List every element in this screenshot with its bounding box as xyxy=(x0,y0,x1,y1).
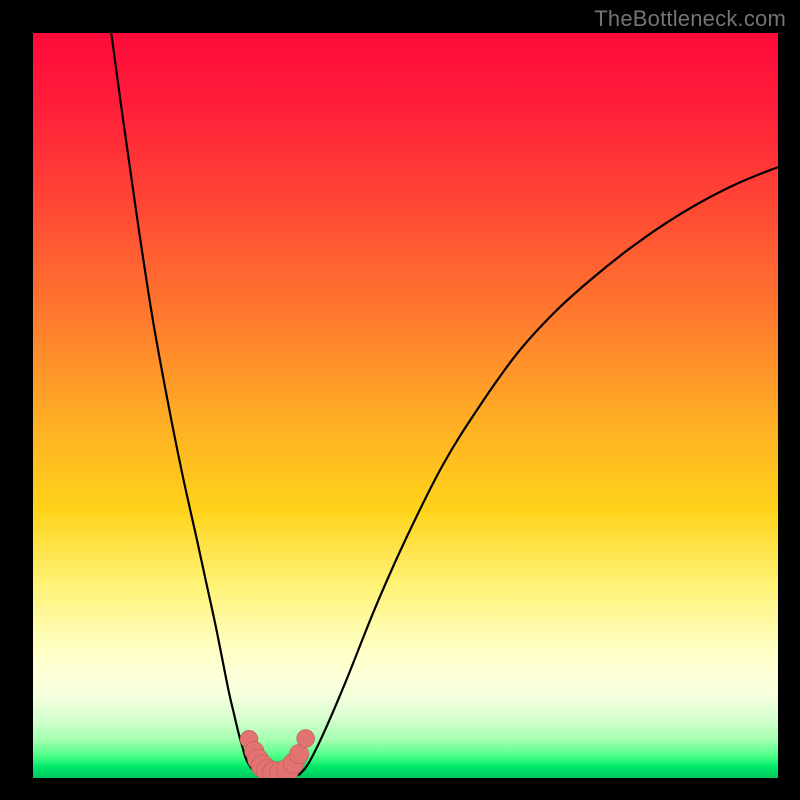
valley-marker-dot xyxy=(297,730,315,748)
chart-frame: TheBottleneck.com xyxy=(0,0,800,800)
plot-area xyxy=(33,33,778,778)
curve-right-branch xyxy=(300,167,778,774)
plot-svg xyxy=(33,33,778,778)
curve-left-branch xyxy=(111,33,260,776)
watermark-text: TheBottleneck.com xyxy=(594,6,786,32)
